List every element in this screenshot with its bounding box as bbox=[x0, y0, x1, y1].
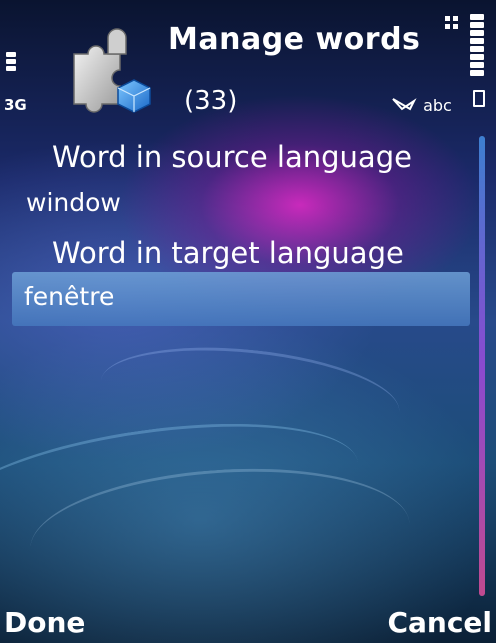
pencil-icon bbox=[392, 96, 423, 115]
word-count: (33) bbox=[184, 86, 238, 116]
done-softkey[interactable]: Done bbox=[4, 606, 85, 639]
puzzle-piece-icon bbox=[73, 28, 151, 113]
source-word-field[interactable]: window bbox=[26, 188, 121, 217]
signal-strength-icon bbox=[6, 50, 16, 73]
input-mode-indicator: abc bbox=[392, 96, 452, 115]
source-word-label: Word in source language bbox=[52, 140, 412, 174]
target-word-value[interactable]: fenêtre bbox=[24, 282, 114, 311]
page-title: Manage words bbox=[168, 22, 421, 57]
battery-level-icon bbox=[470, 12, 484, 78]
target-word-label: Word in target language bbox=[52, 236, 404, 270]
battery-icon bbox=[473, 90, 485, 107]
scrollbar[interactable] bbox=[479, 136, 485, 596]
screen: 3G Manage words (33) abc Word in source … bbox=[0, 0, 496, 643]
menu-grid-icon bbox=[445, 16, 459, 30]
scrollbar-thumb[interactable] bbox=[479, 136, 485, 596]
network-label: 3G bbox=[4, 96, 27, 114]
input-mode-label: abc bbox=[423, 96, 452, 115]
cancel-softkey[interactable]: Cancel bbox=[387, 606, 492, 639]
target-word-field[interactable]: fenêtre bbox=[12, 272, 470, 326]
